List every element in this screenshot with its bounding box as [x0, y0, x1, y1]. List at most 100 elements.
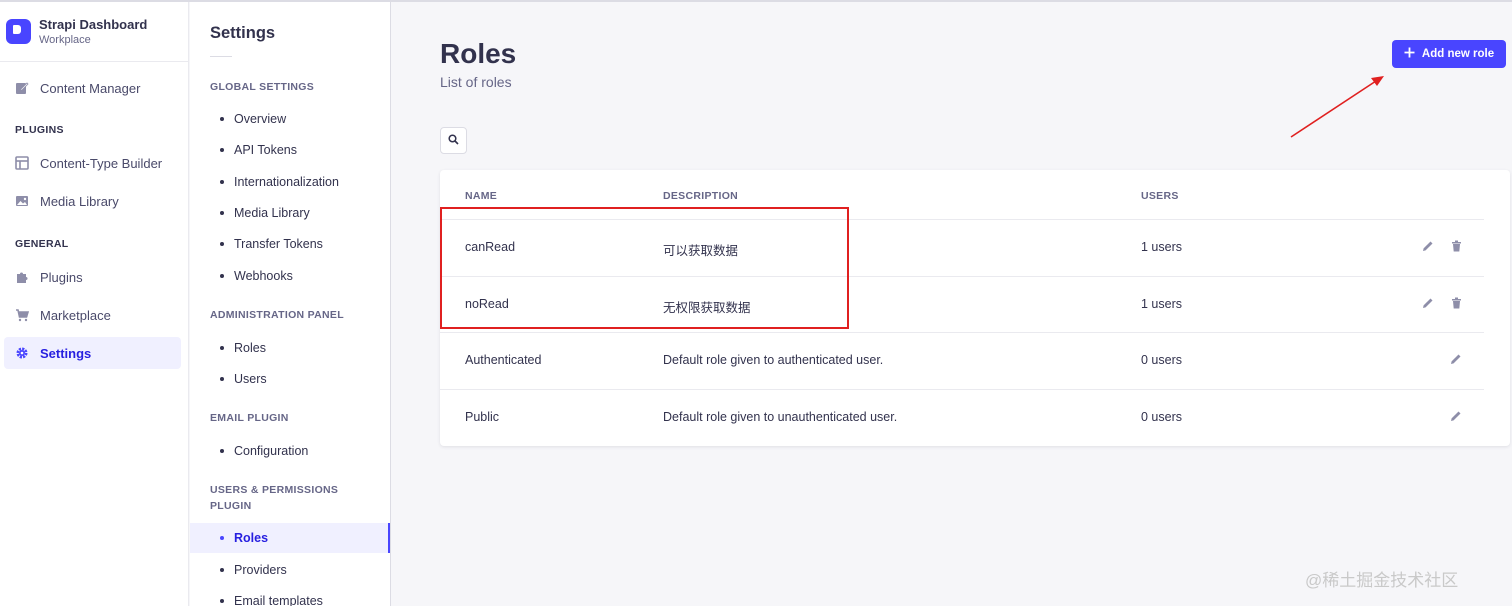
bullet-icon	[220, 346, 224, 350]
bullet-icon	[220, 568, 224, 572]
column-header-description: DESCRIPTION	[663, 190, 739, 202]
brand: Strapi Dashboard Workplace	[0, 2, 188, 62]
page-title: Roles	[440, 38, 517, 69]
nav-content-manager[interactable]: Content Manager	[4, 72, 181, 104]
subnav-item-up-roles[interactable]: Roles	[190, 523, 390, 553]
subnav-item-label: Internationalization	[234, 175, 339, 189]
bullet-icon	[220, 536, 224, 540]
nav-plugins[interactable]: Plugins	[4, 261, 181, 293]
gear-icon	[15, 346, 29, 360]
cart-icon	[15, 308, 29, 322]
pencil-note-icon	[15, 81, 29, 95]
main-content: Roles List of roles Add new role NAME DE…	[392, 2, 1512, 606]
edit-icon[interactable]	[1449, 409, 1463, 423]
section-users-permissions: USERS & PERMISSIONS PLUGIN	[210, 484, 339, 512]
nav-label: Settings	[40, 345, 92, 361]
add-new-role-button[interactable]: Add new role	[1392, 40, 1506, 68]
nav-content-type-builder[interactable]: Content-Type Builder	[4, 147, 181, 179]
subnav-item-label: Email templates	[234, 594, 323, 606]
bullet-icon	[220, 117, 224, 121]
section-administration-panel: ADMINISTRATION PANEL	[210, 309, 344, 321]
subnav-item-overview[interactable]: Overview	[190, 104, 390, 134]
subnav-item-label: API Tokens	[234, 143, 298, 157]
nav-settings[interactable]: Settings	[4, 337, 181, 369]
role-users: 1 users	[1141, 297, 1182, 311]
bullet-icon	[220, 180, 224, 184]
trash-icon[interactable]	[1449, 239, 1463, 253]
bullet-icon	[220, 211, 224, 215]
subnav-title: Settings	[210, 24, 276, 42]
subnav-item-transfer-tokens[interactable]: Transfer Tokens	[190, 229, 390, 259]
page-subtitle: List of roles	[440, 74, 512, 90]
edit-icon[interactable]	[1421, 239, 1435, 253]
subnav-item-label: Roles	[234, 341, 266, 355]
bullet-icon	[220, 148, 224, 152]
role-users: 1 users	[1141, 240, 1182, 254]
subnav-item-admin-roles[interactable]: Roles	[190, 333, 390, 363]
nav-media-library[interactable]: Media Library	[4, 185, 181, 217]
row-divider	[440, 276, 1484, 277]
subnav-item-label: Transfer Tokens	[234, 237, 323, 251]
table-row[interactable]: Public Default role given to unauthentic…	[440, 389, 1510, 446]
table-row[interactable]: canRead 可以获取数据 1 users	[440, 219, 1510, 276]
nav-label: Plugins	[40, 269, 83, 285]
edit-icon[interactable]	[1449, 352, 1463, 366]
search-button[interactable]	[440, 127, 467, 154]
subnav-item-label: Webhooks	[234, 269, 293, 283]
subnav-item-email-templates[interactable]: Email templates	[190, 586, 390, 606]
table-row[interactable]: noRead 无权限获取数据 1 users	[440, 276, 1510, 333]
role-name: canRead	[465, 240, 516, 254]
nav-label: Media Library	[40, 193, 119, 209]
nav-label: Content-Type Builder	[40, 155, 163, 171]
table-row[interactable]: Authenticated Default role given to auth…	[440, 332, 1510, 389]
row-divider	[440, 332, 1484, 333]
nav-label: Content Manager	[40, 80, 141, 96]
subnav-item-configuration[interactable]: Configuration	[190, 436, 390, 466]
search-icon	[448, 132, 459, 150]
subnav-divider	[210, 56, 232, 57]
watermark: @稀土掘金技术社区	[1305, 571, 1459, 590]
role-name: Authenticated	[465, 353, 542, 367]
bullet-icon	[220, 599, 224, 603]
nav-section-plugins: PLUGINS	[15, 124, 64, 136]
bullet-icon	[220, 242, 224, 246]
plus-icon	[1404, 47, 1415, 61]
workspace-name: Workplace	[39, 33, 91, 46]
subnav-item-label: Media Library	[234, 206, 310, 220]
nav-marketplace[interactable]: Marketplace	[4, 299, 181, 331]
role-description: Default role given to unauthenticated us…	[663, 410, 898, 424]
bullet-icon	[220, 274, 224, 278]
column-header-users: USERS	[1141, 190, 1179, 202]
role-users: 0 users	[1141, 353, 1182, 367]
subnav-item-label: Users	[234, 372, 267, 386]
section-email-plugin: EMAIL PLUGIN	[210, 412, 289, 424]
puzzle-icon	[15, 270, 29, 284]
add-new-role-label: Add new role	[1421, 48, 1495, 60]
nav-section-general: GENERAL	[15, 238, 69, 250]
settings-subnav: Settings GLOBAL SETTINGS Overview API To…	[190, 2, 391, 606]
subnav-item-internationalization[interactable]: Internationalization	[190, 167, 390, 197]
subnav-item-media-library[interactable]: Media Library	[190, 198, 390, 228]
edit-icon[interactable]	[1421, 296, 1435, 310]
subnav-item-webhooks[interactable]: Webhooks	[190, 261, 390, 291]
role-name: noRead	[465, 297, 509, 311]
nav-label: Marketplace	[40, 307, 111, 323]
role-description: Default role given to authenticated user…	[663, 353, 884, 367]
main-nav: Strapi Dashboard Workplace Content Manag…	[0, 2, 189, 606]
trash-icon[interactable]	[1449, 296, 1463, 310]
layout-icon	[15, 156, 29, 170]
subnav-item-providers[interactable]: Providers	[190, 555, 390, 585]
subnav-item-users[interactable]: Users	[190, 364, 390, 394]
app-name: Strapi Dashboard	[39, 16, 148, 32]
column-header-name: NAME	[465, 190, 498, 202]
roles-table: NAME DESCRIPTION USERS canRead 可以获取数据 1 …	[440, 170, 1510, 446]
strapi-logo-icon	[6, 19, 31, 44]
role-users: 0 users	[1141, 410, 1182, 424]
bullet-icon	[220, 377, 224, 381]
section-global-settings: GLOBAL SETTINGS	[210, 81, 315, 93]
row-divider	[440, 389, 1484, 390]
role-name: Public	[465, 410, 500, 424]
subnav-item-api-tokens[interactable]: API Tokens	[190, 135, 390, 165]
subnav-item-label: Roles	[234, 531, 269, 545]
subnav-item-label: Providers	[234, 563, 287, 577]
